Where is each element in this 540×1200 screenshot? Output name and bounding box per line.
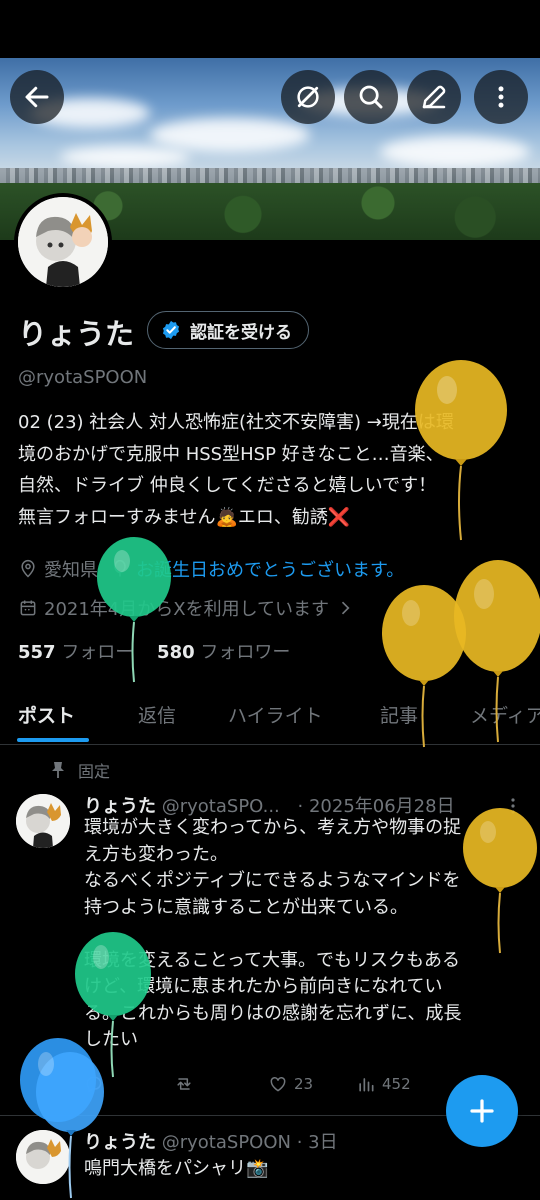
view-count: 452: [382, 1075, 411, 1093]
arrow-left-icon: [25, 86, 49, 108]
profile-avatar[interactable]: [14, 193, 112, 291]
post-body: 鳴門大橋をパシャリ📸: [84, 1158, 269, 1179]
post-avatar[interactable]: [16, 794, 70, 848]
bar-chart-icon: [359, 1078, 374, 1092]
post-author-name[interactable]: りょうた: [84, 796, 156, 817]
new-post-button[interactable]: [446, 1075, 518, 1147]
get-verified-button[interactable]: 認証を受ける: [147, 311, 309, 349]
post-author-handle[interactable]: @ryotaSPOON: [162, 1132, 291, 1153]
like-button[interactable]: 23: [268, 1074, 313, 1094]
post-line: 環境が大きく変わってから、考え方や物事の捉: [84, 817, 462, 838]
followers-link[interactable]: 580 フォロワー: [157, 642, 290, 663]
location-pin-icon: [21, 559, 35, 578]
pencil-icon: [422, 85, 446, 109]
tab-posts[interactable]: ポスト: [18, 701, 75, 728]
post-date: · 2025年06月28日: [297, 796, 455, 817]
plus-icon: [470, 1099, 494, 1123]
following-count: 557: [18, 642, 56, 663]
more-vertical-icon: [498, 86, 504, 108]
verified-badge-icon: [162, 320, 180, 340]
slash-circle-icon: [297, 86, 319, 108]
status-bar: [0, 0, 540, 58]
chevron-right-icon[interactable]: [335, 598, 355, 618]
profile-joined: 2021年4月からXを利用しています: [44, 599, 330, 620]
pinned-label: 固定: [78, 762, 111, 781]
repost-icon: [177, 1078, 191, 1090]
tab-replies[interactable]: 返信: [138, 701, 176, 728]
balloon-decoration: [415, 360, 507, 541]
heart-icon: [270, 1076, 286, 1092]
post-line: え方も変わった。: [84, 843, 228, 865]
tab-highlights[interactable]: ハイライト: [228, 701, 323, 728]
balloon-decoration: [454, 560, 540, 743]
profile-handle: @ryotaSPOON: [18, 367, 148, 388]
profile-meta-row: 愛知県 お誕生日おめでとうございます。: [18, 556, 404, 582]
like-count: 23: [294, 1075, 314, 1093]
search-button[interactable]: [344, 70, 398, 124]
views-button[interactable]: 452: [356, 1074, 411, 1094]
post-author-handle[interactable]: @ryotaSPO...: [162, 796, 280, 817]
profile-joined-row: 2021年4月からXを利用しています: [18, 595, 355, 621]
grok-button[interactable]: [281, 70, 335, 124]
post-date: · 3日: [296, 1132, 338, 1153]
balloon-decoration: [20, 1038, 104, 1199]
balloon-decoration: [463, 808, 537, 954]
pinned-indicator: 固定: [50, 758, 110, 782]
followers-label: フォロワー: [200, 642, 291, 663]
search-icon: [359, 85, 383, 109]
post-line: 持つように意識することが出来ている。: [84, 896, 408, 918]
post-header: りょうた @ryotaSPOON · 3日: [84, 1128, 338, 1154]
active-tab-indicator: [17, 738, 89, 742]
birthday-link[interactable]: お誕生日おめでとうございます。: [136, 556, 404, 582]
repost-button[interactable]: [174, 1074, 194, 1094]
profile-name: りょうた: [18, 317, 135, 351]
get-verified-label: 認証を受ける: [190, 322, 292, 343]
post-line: なるべくポジティブにできるようなマインドを: [84, 870, 461, 891]
more-button[interactable]: [474, 70, 528, 124]
back-button[interactable]: [10, 70, 64, 124]
balloon-decoration: [97, 537, 171, 683]
pin-icon: [52, 762, 64, 778]
profile-location: 愛知県: [44, 560, 98, 581]
calendar-icon: [20, 600, 36, 616]
compose-button[interactable]: [407, 70, 461, 124]
